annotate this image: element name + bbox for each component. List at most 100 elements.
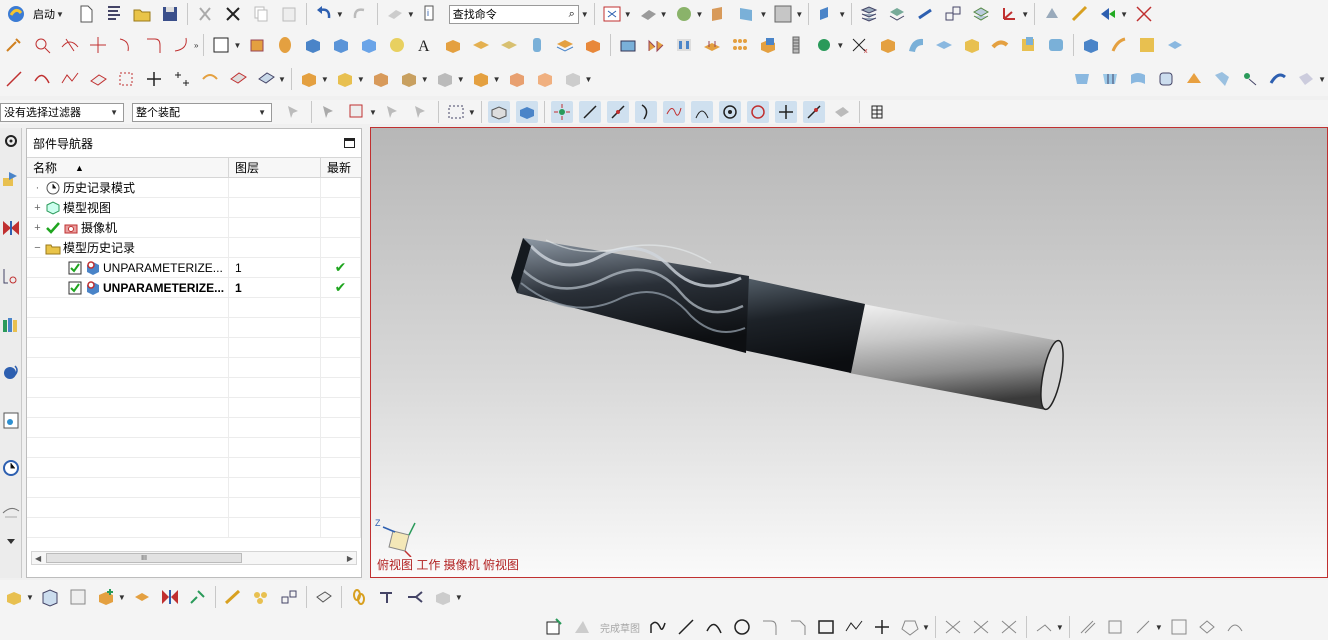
add-component-icon[interactable] <box>298 68 320 90</box>
offset-sketch-curve-icon[interactable] <box>942 616 964 638</box>
offset-face-icon[interactable] <box>1017 34 1039 56</box>
array-component-icon[interactable] <box>434 68 456 90</box>
dot-pattern-icon[interactable] <box>729 34 751 56</box>
graphics-viewport[interactable]: Z 俯视图 工作 摄像机 俯视图 <box>370 127 1328 578</box>
point-on-curve-icon[interactable] <box>802 101 825 123</box>
assembly-load-icon[interactable] <box>3 586 25 608</box>
render-style-icon[interactable] <box>637 3 659 25</box>
show-hide-icon[interactable] <box>914 3 936 25</box>
constraint-navigator-icon[interactable] <box>0 208 22 248</box>
sketch-arc-icon[interactable] <box>703 616 725 638</box>
copy-icon[interactable] <box>250 3 272 25</box>
profile-icon[interactable] <box>647 616 669 638</box>
chevron-down-icon[interactable]: ▼ <box>1021 10 1029 19</box>
emboss-icon[interactable] <box>498 34 520 56</box>
chevron-down-icon[interactable]: ▼ <box>838 10 846 19</box>
clearance-icon[interactable] <box>534 68 556 90</box>
visibility-checkbox[interactable] <box>67 260 83 276</box>
help-info-icon[interactable]: i <box>420 3 442 25</box>
sketch-spline-icon[interactable] <box>843 616 865 638</box>
quick-trim-icon[interactable] <box>970 616 992 638</box>
csys-icon[interactable] <box>998 3 1020 25</box>
chevron-down-icon[interactable]: ▼ <box>696 10 704 19</box>
background-color-icon[interactable] <box>772 3 794 25</box>
surface-ruled-icon[interactable] <box>1127 68 1149 90</box>
swept-icon[interactable] <box>905 34 927 56</box>
cylinder-block-icon[interactable] <box>330 34 352 56</box>
selection-scope-select[interactable]: 整个装配 ▼ <box>132 102 272 122</box>
sphere-material-icon[interactable] <box>673 3 695 25</box>
chevron-down-icon[interactable]: ▼ <box>922 623 930 632</box>
text-icon[interactable]: A <box>414 34 436 56</box>
transform-icon[interactable] <box>942 3 964 25</box>
add-existing-icon[interactable] <box>95 586 117 608</box>
curve-on-face-icon[interactable] <box>87 68 109 90</box>
visibility-checkbox[interactable] <box>67 280 83 296</box>
analysis-icon[interactable] <box>1133 3 1155 25</box>
layer-settings-icon[interactable] <box>858 3 880 25</box>
part-navigator-icon[interactable] <box>0 256 22 296</box>
redo-icon[interactable] <box>349 3 371 25</box>
surface-studio-icon[interactable] <box>1183 68 1205 90</box>
components-group-icon[interactable] <box>250 586 272 608</box>
sketch-circle-icon[interactable] <box>731 616 753 638</box>
cylinder-icon[interactable] <box>526 34 548 56</box>
expand-plus-icon[interactable]: + <box>33 202 42 214</box>
expand-plus-icon[interactable]: + <box>33 222 42 234</box>
chevron-down-icon[interactable]: ▼ <box>321 75 329 84</box>
move-component-icon[interactable] <box>398 68 420 90</box>
chevron-down-icon[interactable]: ▼ <box>468 108 476 117</box>
select-body-icon[interactable] <box>410 101 432 123</box>
replace-component-icon[interactable] <box>562 68 584 90</box>
web-browser-icon[interactable] <box>0 352 22 392</box>
studio-spline-icon[interactable] <box>59 68 81 90</box>
orient-view-icon[interactable] <box>736 3 758 25</box>
tree-row-history-mode[interactable]: · 历史记录模式 <box>27 178 361 198</box>
block-icon[interactable] <box>302 34 324 56</box>
chevron-down-icon[interactable]: ▼ <box>493 75 501 84</box>
draft-icon[interactable] <box>961 34 983 56</box>
chain-link-icon[interactable] <box>348 586 370 608</box>
chevron-down-icon[interactable]: ▼ <box>278 75 286 84</box>
chevron-down-icon[interactable]: ▼ <box>457 75 465 84</box>
sketch-rectangle-icon[interactable] <box>815 616 837 638</box>
surface-styled-icon[interactable] <box>1239 68 1261 90</box>
offset-curve-icon[interactable] <box>171 34 193 56</box>
intersection-point-icon[interactable] <box>662 101 685 123</box>
resource-bar-options-icon[interactable] <box>0 534 22 550</box>
more-assembly-icon[interactable] <box>432 586 454 608</box>
dimension-icon[interactable] <box>1104 616 1126 638</box>
tree-row-body-1[interactable]: UNPARAMETERIZE... 1 ✔ <box>27 258 361 278</box>
move-to-layer-icon[interactable] <box>886 3 908 25</box>
fillet-curve-icon[interactable] <box>143 34 165 56</box>
mirror-assembly-icon[interactable] <box>159 586 181 608</box>
reference-set-icon[interactable] <box>39 586 61 608</box>
roles-gear-icon[interactable] <box>0 130 22 152</box>
view-triad-icon[interactable] <box>1097 3 1119 25</box>
cube-icon[interactable] <box>358 34 380 56</box>
extend-curve-icon[interactable] <box>115 34 137 56</box>
circle-line-icon[interactable] <box>31 34 53 56</box>
trim-body-icon[interactable]: x <box>849 34 871 56</box>
cut-icon[interactable] <box>194 3 216 25</box>
search-icon[interactable]: ⌕ <box>569 8 575 21</box>
surface-mesh-icon[interactable] <box>1099 68 1121 90</box>
scroll-left-icon[interactable]: ◀ <box>35 554 41 563</box>
select-feature-icon[interactable] <box>318 101 340 123</box>
wave-link-icon[interactable] <box>506 68 528 90</box>
endpoint-icon[interactable] <box>578 101 601 123</box>
pattern-icon[interactable] <box>617 34 639 56</box>
sketch-point-icon[interactable] <box>871 616 893 638</box>
groove-icon[interactable] <box>554 34 576 56</box>
wave-geometry-icon[interactable] <box>131 586 153 608</box>
constraints-icon[interactable] <box>1076 616 1098 638</box>
control-point-icon[interactable] <box>634 101 657 123</box>
synchronous-icon[interactable] <box>1080 34 1102 56</box>
sketch-chamfer-icon[interactable] <box>787 616 809 638</box>
convert-reference-icon[interactable] <box>1196 616 1218 638</box>
chevron-down-icon[interactable]: ▼ <box>336 10 344 19</box>
chevron-down-icon[interactable]: ▼ <box>369 108 377 117</box>
replace-face-icon[interactable] <box>1045 34 1067 56</box>
part-family-icon[interactable] <box>67 586 89 608</box>
chevron-down-icon[interactable]: ▼ <box>660 10 668 19</box>
